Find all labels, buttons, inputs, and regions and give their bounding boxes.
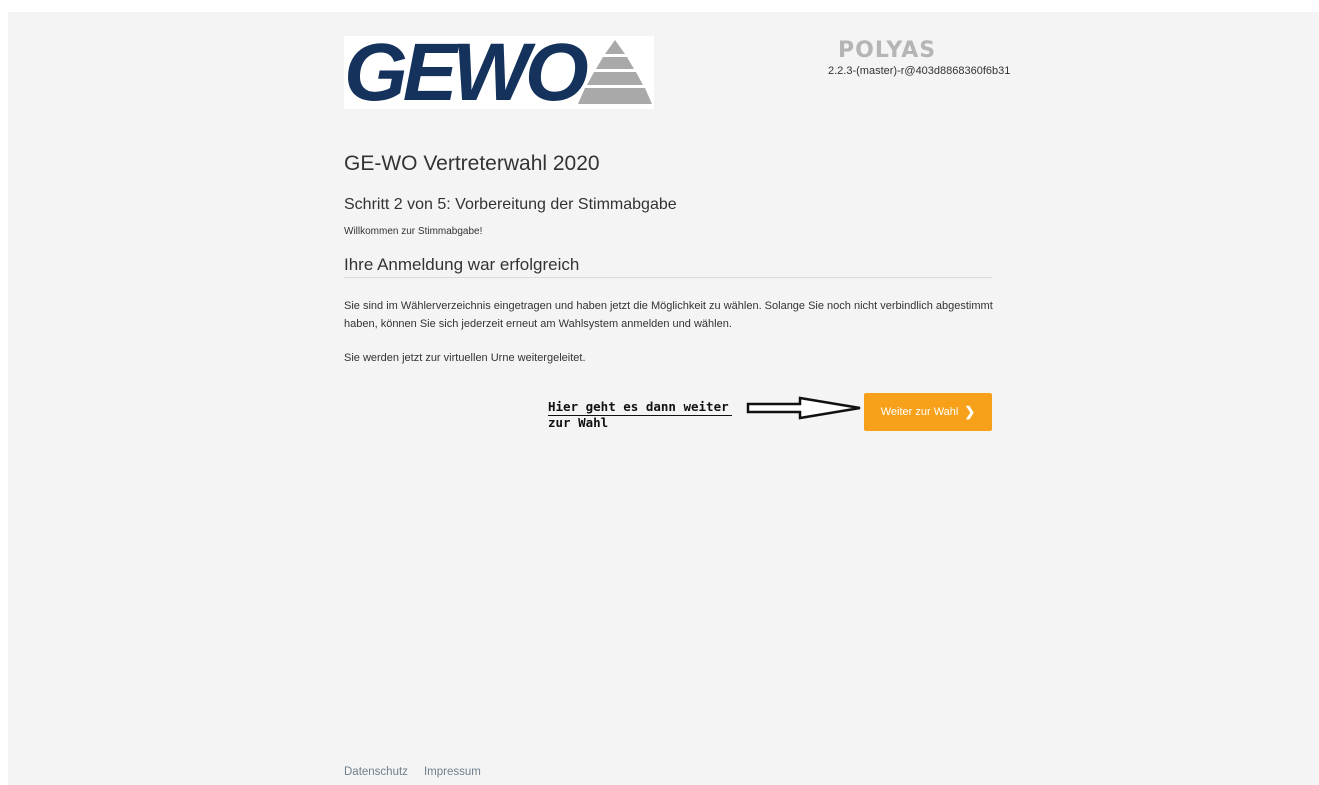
polyas-branding: POLYAS 2.2.3-(master)-r@403d8868360f6b31 (828, 38, 1011, 78)
main-content: GEWO POLYAS 2.2.3-(master)-r@403d8868360… (344, 12, 1011, 785)
footer: Datenschutz Impressum (344, 766, 497, 778)
arrow-right-icon (746, 396, 861, 420)
redirect-text: Sie werden jetzt zur virtuellen Urne wei… (344, 352, 586, 364)
footer-link-datenschutz[interactable]: Datenschutz (344, 766, 408, 778)
next-to-election-button[interactable]: Weiter zur Wahl ❯ (864, 393, 992, 431)
welcome-text: Willkommen zur Stimmabgabe! (344, 226, 483, 237)
page-background: GEWO POLYAS 2.2.3-(master)-r@403d8868360… (8, 12, 1319, 785)
gewo-logo-text: GEWO (344, 27, 589, 118)
info-paragraph: Sie sind im Wählerverzeichnis eingetrage… (344, 300, 993, 330)
login-success-heading: Ihre Anmeldung war erfolgreich (344, 255, 580, 274)
pyramid-icon (578, 40, 652, 104)
election-title: GE-WO Vertreterwahl 2020 (344, 152, 600, 175)
chevron-right-icon: ❯ (964, 404, 976, 419)
annotation-underline (548, 415, 732, 416)
divider (344, 277, 992, 278)
polyas-logo: POLYAS (838, 38, 937, 63)
footer-link-impressum[interactable]: Impressum (424, 766, 481, 778)
step-heading: Schritt 2 von 5: Vorbereitung der Stimma… (344, 196, 677, 213)
next-button-label: Weiter zur Wahl (880, 406, 959, 418)
gewo-logo: GEWO (344, 32, 654, 114)
version-label: 2.2.3-(master)-r@403d8868360f6b31 (828, 65, 1011, 77)
